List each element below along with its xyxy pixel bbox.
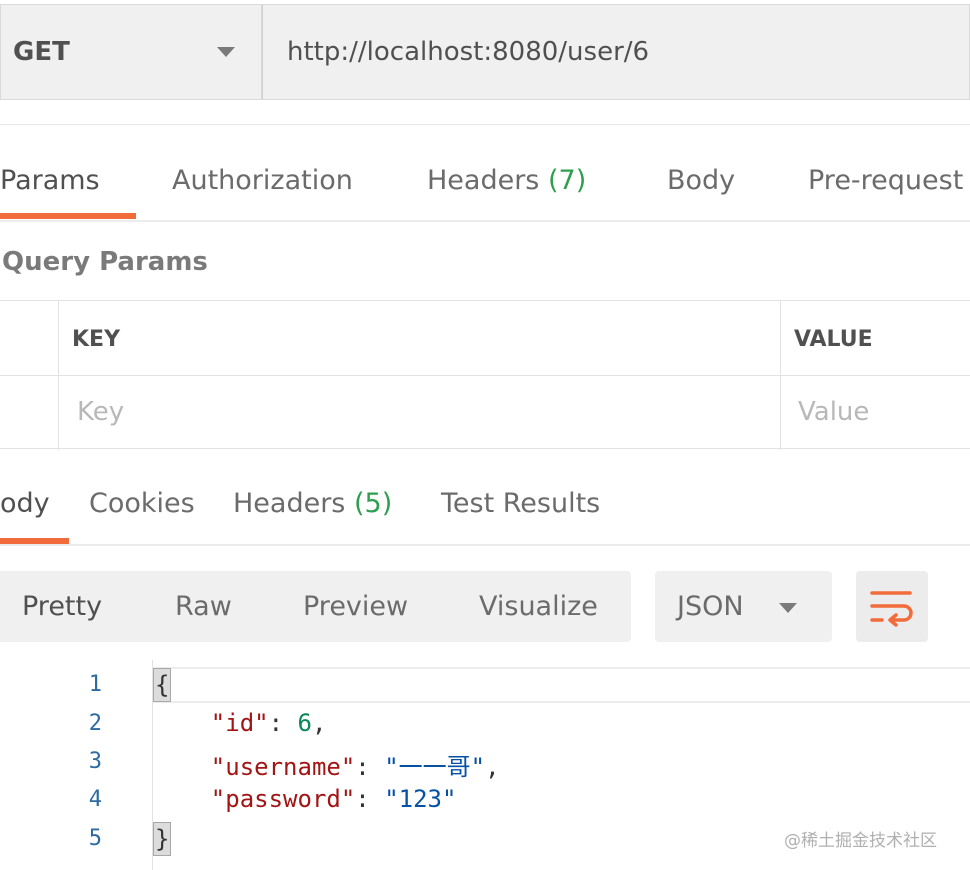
watermark: @稀土掘金技术社区 bbox=[784, 831, 937, 851]
headers-count-badge: (7) bbox=[547, 165, 587, 196]
method-label: GET bbox=[13, 37, 70, 67]
url-input[interactable]: http://localhost:8080/user/6 bbox=[262, 4, 970, 100]
code-line: { bbox=[153, 668, 172, 702]
tab-body[interactable]: Body bbox=[667, 165, 735, 196]
language-label: JSON bbox=[677, 591, 744, 622]
json-string-value: "一一哥" bbox=[384, 753, 486, 781]
tab-response-headers[interactable]: Headers (5) bbox=[233, 488, 392, 519]
column-divider bbox=[780, 301, 781, 450]
chevron-down-icon bbox=[779, 603, 797, 613]
json-key: "username" bbox=[210, 753, 356, 781]
open-brace: { bbox=[153, 668, 172, 702]
table-header-row: KEY VALUE bbox=[0, 301, 970, 376]
wrap-lines-icon bbox=[870, 591, 913, 627]
active-tab-indicator bbox=[0, 213, 136, 219]
chevron-down-icon bbox=[217, 47, 235, 57]
tab-pre-request[interactable]: Pre-request bbox=[808, 165, 963, 196]
format-visualize-button[interactable]: Visualize bbox=[479, 591, 598, 622]
code-line: "id": 6, bbox=[210, 709, 327, 737]
column-divider bbox=[58, 301, 59, 450]
language-select[interactable]: JSON bbox=[655, 571, 832, 642]
request-tabs: Params Authorization Headers (7) Body Pr… bbox=[0, 124, 970, 222]
tab-test-results[interactable]: Test Results bbox=[441, 488, 600, 519]
tab-headers[interactable]: Headers (7) bbox=[427, 165, 586, 196]
params-table: KEY VALUE Key Value bbox=[0, 300, 970, 450]
tab-response-body[interactable]: ody bbox=[0, 488, 50, 519]
json-number-value: 6 bbox=[297, 709, 312, 737]
active-tab-indicator bbox=[0, 538, 69, 544]
tab-headers-label: Headers bbox=[427, 165, 540, 196]
json-key: "id" bbox=[210, 709, 269, 737]
line-number: 2 bbox=[88, 711, 102, 736]
code-line: } bbox=[153, 822, 172, 856]
key-input[interactable]: Key bbox=[77, 397, 124, 427]
table-row: Key Value bbox=[0, 375, 970, 449]
wrap-lines-button[interactable] bbox=[856, 571, 928, 642]
tab-cookies[interactable]: Cookies bbox=[89, 488, 195, 519]
code-line: "password": "123" bbox=[210, 785, 457, 813]
format-options: Pretty Raw Preview Visualize bbox=[0, 571, 631, 642]
json-string-value: "123" bbox=[384, 785, 457, 813]
value-input[interactable]: Value bbox=[798, 397, 869, 427]
method-select[interactable]: GET bbox=[0, 4, 262, 100]
tab-params[interactable]: Params bbox=[0, 165, 100, 196]
format-preview-button[interactable]: Preview bbox=[303, 591, 408, 622]
active-line-highlight bbox=[153, 667, 970, 703]
format-raw-button[interactable]: Raw bbox=[175, 591, 232, 622]
json-key: "password" bbox=[210, 785, 356, 813]
line-number: 1 bbox=[88, 672, 102, 697]
format-pretty-button[interactable]: Pretty bbox=[22, 591, 102, 622]
code-line: "username": "一一哥", bbox=[210, 753, 500, 781]
line-number: 3 bbox=[88, 749, 102, 774]
tab-response-headers-label: Headers bbox=[233, 488, 346, 519]
close-brace: } bbox=[153, 822, 172, 856]
key-column-header: KEY bbox=[72, 327, 121, 352]
request-bar: GET http://localhost:8080/user/6 bbox=[0, 4, 970, 100]
line-number: 4 bbox=[88, 787, 102, 812]
response-headers-count-badge: (5) bbox=[353, 488, 393, 519]
line-number: 5 bbox=[88, 826, 102, 851]
query-params-title: Query Params bbox=[2, 247, 208, 277]
value-column-header: VALUE bbox=[794, 327, 873, 352]
response-tabs: ody Cookies Headers (5) Test Results bbox=[0, 452, 970, 546]
postman-request-view: GET http://localhost:8080/user/6 Params … bbox=[0, 0, 970, 870]
tab-authorization[interactable]: Authorization bbox=[172, 165, 353, 196]
